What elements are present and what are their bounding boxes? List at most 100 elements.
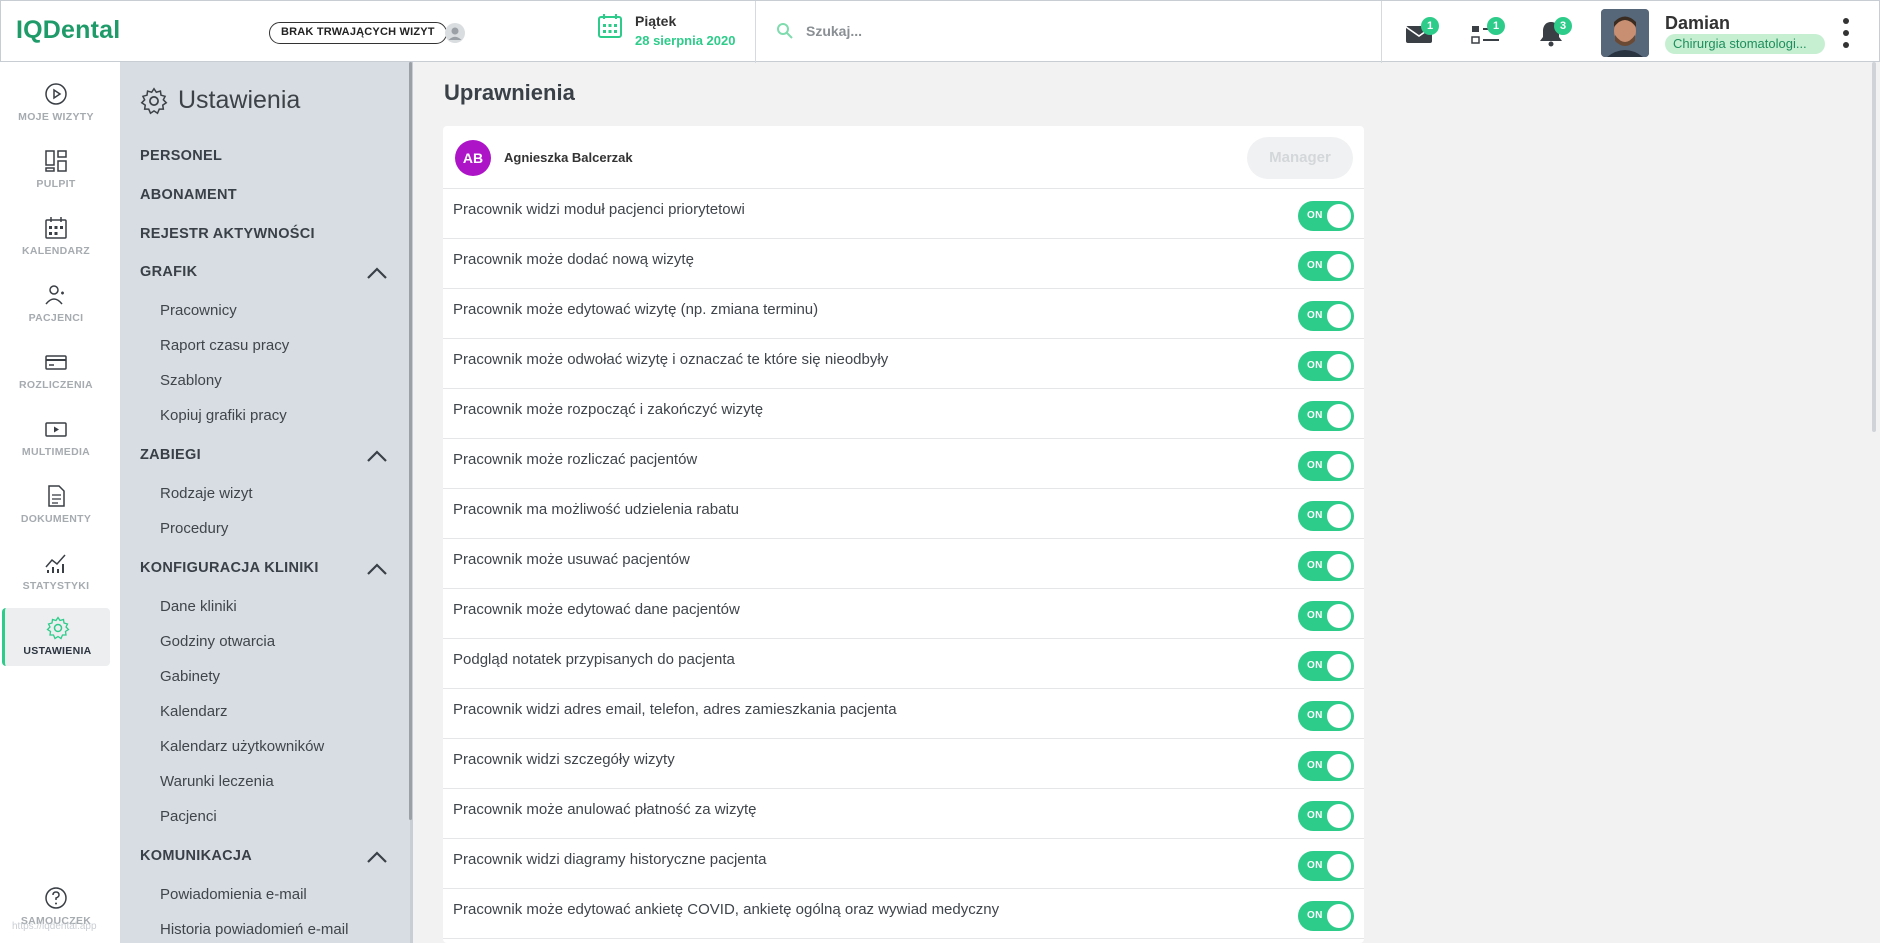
settings-link-historia[interactable]: Historia powiadomień e-mail bbox=[160, 921, 348, 938]
permission-row: Pracownik może rozpocząć i zakończyć wiz… bbox=[443, 389, 1364, 439]
settings-link-raport[interactable]: Raport czasu pracy bbox=[160, 337, 289, 354]
settings-link-rodzaje-wizyt[interactable]: Rodzaje wizyt bbox=[160, 485, 253, 502]
settings-link-pacjenci[interactable]: Pacjenci bbox=[160, 808, 217, 825]
permission-toggle[interactable]: ON bbox=[1298, 451, 1354, 481]
toggle-knob bbox=[1327, 904, 1351, 928]
nav-pulpit[interactable]: PULPIT bbox=[2, 141, 110, 199]
settings-konfiguracja-header[interactable]: KONFIGURACJA KLINIKI bbox=[140, 560, 319, 576]
nav-label: DOKUMENTY bbox=[20, 513, 92, 525]
date-display[interactable]: Piątek 28 sierpnia 2020 bbox=[597, 13, 735, 48]
user-name[interactable]: Damian bbox=[1665, 13, 1730, 34]
gear-icon bbox=[45, 616, 70, 640]
page-scrollbar[interactable] bbox=[1872, 62, 1876, 432]
toggle-knob bbox=[1327, 754, 1351, 778]
patients-icon bbox=[45, 285, 64, 305]
permission-row: Pracownik widzi moduł pacjenci priorytet… bbox=[443, 189, 1364, 239]
permission-label: Pracownik widzi moduł pacjenci priorytet… bbox=[453, 201, 745, 218]
visit-status-button[interactable]: BRAK TRWAJĄCYCH WIZYT bbox=[269, 22, 447, 44]
toggle-on-label: ON bbox=[1307, 760, 1323, 771]
nav-rozliczenia[interactable]: ROZLICZENIA bbox=[2, 342, 110, 400]
settings-link-procedury[interactable]: Procedury bbox=[160, 520, 228, 537]
permission-label: Pracownik ma możliwość udzielenia rabatu bbox=[453, 501, 739, 518]
chevron-up-icon[interactable] bbox=[366, 850, 388, 864]
permission-row: Pracownik widzi adres email, telefon, ad… bbox=[443, 689, 1364, 739]
tasks-button[interactable]: 1 bbox=[1471, 17, 1505, 47]
user-avatar[interactable] bbox=[1601, 9, 1649, 57]
settings-link-dane-kliniki[interactable]: Dane kliniki bbox=[160, 598, 237, 615]
permission-label: Pracownik może edytować wizytę (np. zmia… bbox=[453, 301, 819, 318]
settings-rejestr-aktywnosci[interactable]: REJESTR AKTYWNOŚCI bbox=[140, 226, 315, 242]
nav-label: PULPIT bbox=[36, 178, 76, 190]
notifications-button[interactable]: 3 bbox=[1538, 17, 1572, 47]
permission-toggle[interactable]: ON bbox=[1298, 201, 1354, 231]
nav-statystyki[interactable]: STATYSTYKI bbox=[2, 543, 110, 601]
permission-label: Pracownik widzi adres email, telefon, ad… bbox=[453, 701, 897, 718]
chevron-up-icon[interactable] bbox=[366, 266, 388, 280]
more-menu-icon[interactable] bbox=[1841, 18, 1851, 48]
permission-toggle[interactable]: ON bbox=[1298, 601, 1354, 631]
toggle-knob bbox=[1327, 804, 1351, 828]
toggle-knob bbox=[1327, 354, 1351, 378]
permission-toggle[interactable]: ON bbox=[1298, 501, 1354, 531]
nav-moje-wizyty[interactable]: MOJE WIZYTY bbox=[2, 74, 110, 132]
app-logo[interactable]: IQDental bbox=[16, 16, 120, 45]
settings-link-gabinety[interactable]: Gabinety bbox=[160, 668, 220, 685]
settings-link-pracownicy[interactable]: Pracownicy bbox=[160, 302, 237, 319]
avatar-photo-icon bbox=[1601, 9, 1649, 57]
settings-title: Ustawienia bbox=[140, 86, 300, 115]
permission-toggle[interactable]: ON bbox=[1298, 251, 1354, 281]
messages-button[interactable]: 1 bbox=[1405, 17, 1439, 47]
permission-toggle[interactable]: ON bbox=[1298, 851, 1354, 881]
nav-pacjenci[interactable]: PACJENCI bbox=[2, 275, 110, 333]
toggle-on-label: ON bbox=[1307, 510, 1323, 521]
settings-zabiegi-header[interactable]: ZABIEGI bbox=[140, 447, 201, 463]
permission-toggle[interactable]: ON bbox=[1298, 701, 1354, 731]
permission-toggle[interactable]: ON bbox=[1298, 551, 1354, 581]
permission-row: Pracownik może dodać nową wizytę ON bbox=[443, 239, 1364, 289]
chevron-up-icon[interactable] bbox=[366, 449, 388, 463]
toggle-knob bbox=[1327, 854, 1351, 878]
permission-label: Pracownik widzi diagramy historyczne pac… bbox=[453, 851, 767, 868]
sidebar-scrollbar[interactable] bbox=[409, 62, 412, 820]
permission-toggle[interactable]: ON bbox=[1298, 351, 1354, 381]
toggle-on-label: ON bbox=[1307, 360, 1323, 371]
settings-link-kalendarz[interactable]: Kalendarz bbox=[160, 703, 228, 720]
settings-link-powiadomienia[interactable]: Powiadomienia e-mail bbox=[160, 886, 307, 903]
manager-role-button[interactable]: Manager bbox=[1247, 137, 1353, 179]
settings-link-kopiuj[interactable]: Kopiuj grafiki pracy bbox=[160, 407, 287, 424]
nav-ustawienia[interactable]: USTAWIENIA bbox=[2, 608, 110, 666]
nav-multimedia[interactable]: MULTIMEDIA bbox=[2, 409, 110, 467]
settings-komunikacja-header[interactable]: KOMUNIKACJA bbox=[140, 848, 252, 864]
toggle-on-label: ON bbox=[1307, 810, 1323, 821]
chevron-up-icon[interactable] bbox=[366, 562, 388, 576]
settings-personel[interactable]: PERSONEL bbox=[140, 148, 222, 164]
settings-link-szablony[interactable]: Szablony bbox=[160, 372, 222, 389]
permission-toggle[interactable]: ON bbox=[1298, 751, 1354, 781]
permission-label: Pracownik może odwołać wizytę i oznaczać… bbox=[453, 351, 889, 368]
settings-link-godziny[interactable]: Godziny otwarcia bbox=[160, 633, 275, 650]
search-icon bbox=[777, 23, 793, 39]
dashboard-icon bbox=[45, 150, 67, 172]
divider bbox=[1381, 1, 1382, 63]
permission-toggle[interactable]: ON bbox=[1298, 901, 1354, 931]
toggle-knob bbox=[1327, 704, 1351, 728]
permission-toggle[interactable]: ON bbox=[1298, 801, 1354, 831]
permission-row: Pracownik może edytować ankietę COVID, a… bbox=[443, 889, 1364, 939]
settings-abonament[interactable]: ABONAMENT bbox=[140, 187, 237, 203]
settings-link-kalendarz-uzytkownikow[interactable]: Kalendarz użytkowników bbox=[160, 738, 324, 755]
permission-toggle[interactable]: ON bbox=[1298, 401, 1354, 431]
nav-label: USTAWIENIA bbox=[23, 645, 92, 657]
messages-badge: 1 bbox=[1421, 17, 1439, 35]
nav-kalendarz[interactable]: KALENDARZ bbox=[2, 208, 110, 266]
permission-toggle[interactable]: ON bbox=[1298, 301, 1354, 331]
toggle-on-label: ON bbox=[1307, 660, 1323, 671]
nav-dokumenty[interactable]: DOKUMENTY bbox=[2, 476, 110, 534]
search-input[interactable] bbox=[806, 23, 1306, 39]
settings-grafik-header[interactable]: GRAFIK bbox=[140, 264, 197, 280]
permission-toggle[interactable]: ON bbox=[1298, 651, 1354, 681]
toggle-on-label: ON bbox=[1307, 210, 1323, 221]
user-role-badge[interactable]: Chirurgia stomatologi... bbox=[1665, 34, 1825, 54]
user-icon[interactable] bbox=[445, 23, 465, 43]
card-icon bbox=[45, 355, 67, 370]
settings-link-warunki[interactable]: Warunki leczenia bbox=[160, 773, 274, 790]
